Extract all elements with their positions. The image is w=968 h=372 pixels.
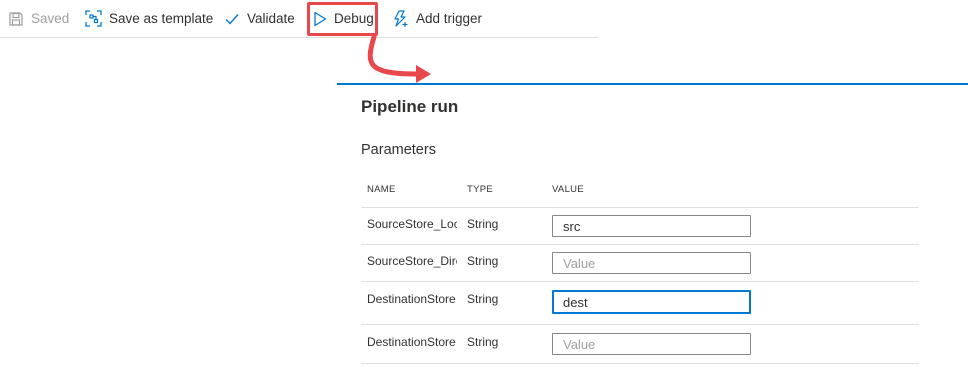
parameter-name: DestinationStore [367, 335, 456, 349]
panel-title: Pipeline run [361, 97, 459, 116]
debug-button[interactable]: Debug [313, 0, 374, 37]
parameter-name: DestinationStore [367, 292, 456, 306]
parameter-value-input[interactable] [552, 252, 751, 274]
column-header-type: TYPE [467, 184, 494, 195]
save-as-template-label: Save as template [109, 11, 214, 26]
pipeline-toolbar: Saved Save as template Validate Debug Ad… [0, 0, 598, 38]
column-header-name: NAME [367, 184, 396, 195]
parameter-type: String [467, 217, 499, 231]
save-icon [9, 11, 23, 26]
parameter-row: SourceStore_Dire String [361, 244, 919, 282]
parameter-name: SourceStore_Loc [367, 217, 457, 231]
template-icon [85, 10, 102, 27]
parameter-type: String [467, 254, 499, 268]
debug-label: Debug [334, 11, 374, 26]
saved-button[interactable]: Saved [8, 0, 69, 37]
parameters-heading: Parameters [361, 142, 436, 158]
parameter-type: String [467, 292, 499, 306]
parameter-row: DestinationStore String [361, 324, 919, 364]
parameter-type: String [467, 335, 499, 349]
parameter-row: DestinationStore String [361, 281, 919, 325]
parameter-row: SourceStore_Loc String [361, 207, 919, 245]
checkmark-icon [225, 13, 239, 25]
save-as-template-button[interactable]: Save as template [85, 0, 213, 37]
pipeline-run-panel: Pipeline run Parameters NAME TYPE VALUE … [337, 83, 968, 372]
callout-arrow [367, 36, 431, 83]
add-trigger-button[interactable]: Add trigger [392, 0, 482, 37]
add-trigger-label: Add trigger [416, 11, 483, 26]
parameter-value-input[interactable] [552, 290, 751, 314]
parameter-value-input[interactable] [552, 215, 751, 237]
validate-button[interactable]: Validate [224, 0, 295, 37]
play-icon [314, 11, 327, 26]
parameter-value-input[interactable] [552, 333, 751, 355]
validate-label: Validate [247, 11, 295, 26]
column-header-value: VALUE [552, 184, 584, 195]
saved-label: Saved [31, 11, 70, 26]
parameter-name: SourceStore_Dire [367, 254, 457, 268]
lightning-add-icon [394, 9, 408, 27]
